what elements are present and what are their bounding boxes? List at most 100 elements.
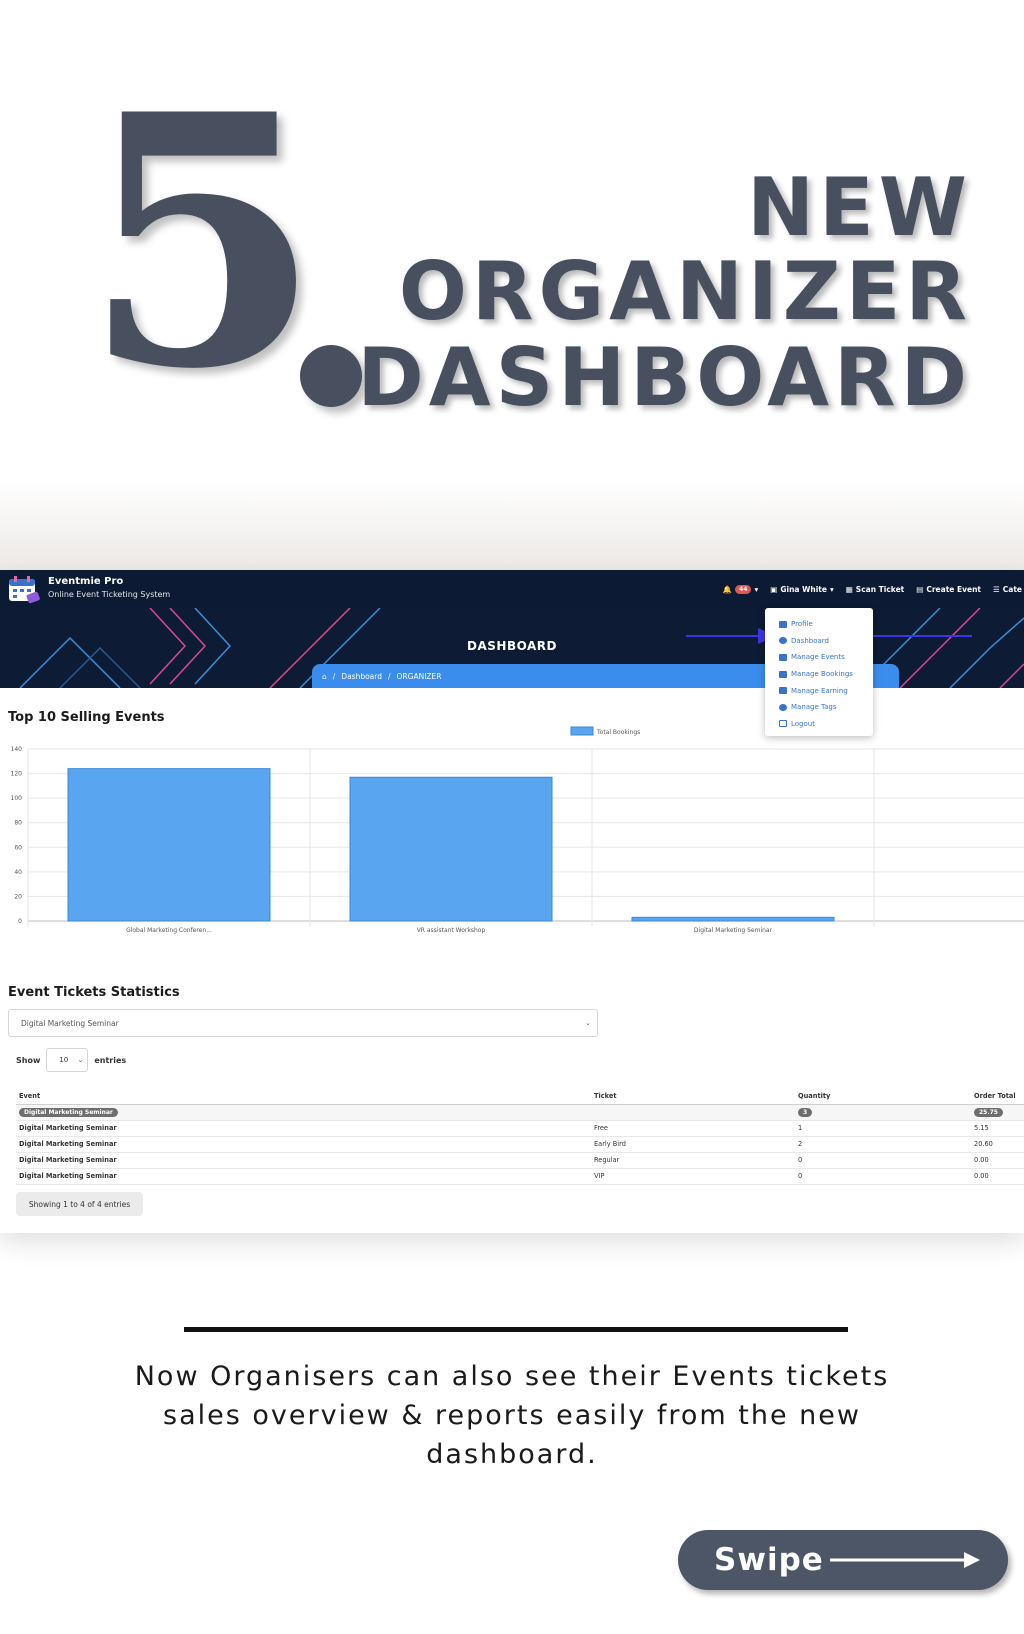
event-cell: Digital Marketing Seminar — [16, 1120, 591, 1137]
swipe-label: Swipe — [714, 1542, 824, 1578]
table-row: Digital Marketing Seminar VIP 0 0.00 — [16, 1168, 1024, 1185]
x-tick-label: Global Marketing Conferen... — [126, 927, 212, 934]
gauge-icon — [779, 637, 787, 645]
dropdown-item-manage-earning[interactable]: Manage Earning — [765, 682, 873, 699]
stats-title: Event Tickets Statistics — [8, 985, 180, 1000]
total-cell: 0.00 — [971, 1152, 1024, 1169]
table-row: Digital Marketing Seminar Free 1 5.15 — [16, 1120, 1024, 1137]
event-select-value: Digital Marketing Seminar — [21, 1018, 119, 1028]
breadcrumb-organizer: ORGANIZER — [396, 671, 442, 681]
quantity-cell: 1 — [795, 1120, 971, 1137]
dropdown-item-manage-tags[interactable]: Manage Tags — [765, 699, 873, 716]
dropdown-label: Manage Bookings — [791, 670, 853, 679]
scan-ticket-link[interactable]: ▦ Scan Ticket — [846, 585, 905, 594]
hero-line-organizer: ORGANIZER — [398, 245, 972, 338]
breadcrumb-separator: / — [388, 671, 391, 681]
divider-line — [184, 1327, 848, 1332]
qrcode-icon: ▦ — [845, 584, 853, 594]
total-cell: 0.00 — [971, 1168, 1024, 1185]
user-icon: ▣ — [770, 584, 778, 594]
column-header-quantity[interactable]: Quantity — [795, 1088, 971, 1105]
chevron-down-icon: ▾ — [754, 584, 759, 594]
bar — [349, 776, 553, 922]
group-quantity-cell: 3 — [795, 1104, 971, 1121]
hero-section: 5 NEW ORGANIZER DASHBOARD — [0, 0, 1024, 570]
event-cell: Digital Marketing Seminar — [16, 1136, 591, 1153]
entries-select[interactable]: 10 ⌄ — [46, 1048, 89, 1072]
description-text: Now Organisers can also see their Events… — [134, 1361, 890, 1470]
user-menu[interactable]: ▣ Gina White ▾ — [770, 585, 833, 594]
table-group-row: Digital Marketing Seminar 3 25.75 — [16, 1104, 1024, 1121]
notifications-menu[interactable]: 🔔 44 ▾ — [723, 584, 759, 594]
group-total-badge: 25.75 — [974, 1107, 1003, 1117]
x-tick-label: VR assistant Workshop — [417, 927, 486, 934]
categories-link[interactable]: ☰ Cate — [993, 585, 1022, 594]
ticket-cell: Regular — [591, 1152, 795, 1169]
hero-line-dashboard: DASHBOARD — [357, 331, 972, 424]
group-ticket-cell — [591, 1104, 795, 1121]
event-select[interactable]: Digital Marketing Seminar ⌄ — [8, 1009, 598, 1037]
y-tick-label: 60 — [14, 844, 22, 851]
show-label: Show — [16, 1055, 41, 1065]
bar — [631, 916, 835, 922]
group-quantity-badge: 3 — [798, 1107, 813, 1117]
chevron-down-icon: ⌄ — [77, 1056, 84, 1064]
user-dropdown-menu: Profile Dashboard Manage Events Manage B… — [765, 608, 873, 736]
breadcrumb-dashboard[interactable]: Dashboard — [341, 672, 382, 681]
column-header-order-total[interactable]: Order Total — [971, 1088, 1024, 1105]
hero-number-dot — [300, 345, 362, 407]
total-cell: 5.15 — [971, 1120, 1024, 1137]
dropdown-item-manage-bookings[interactable]: Manage Bookings — [765, 666, 873, 683]
dropdown-item-profile[interactable]: Profile — [765, 616, 873, 633]
y-tick-label: 0 — [18, 918, 22, 925]
chevron-down-icon: ⌄ — [585, 1019, 591, 1027]
dropdown-label: Dashboard — [791, 636, 829, 645]
column-header-event[interactable]: Event — [16, 1088, 591, 1105]
ticket-icon — [779, 670, 787, 678]
dropdown-item-manage-events[interactable]: Manage Events — [765, 649, 873, 666]
hero-number: 5 — [82, 40, 323, 445]
dashboard-screenshot: Eventmie Pro Online Event Ticketing Syst… — [0, 570, 1024, 1233]
dropdown-item-dashboard[interactable]: Dashboard — [765, 633, 873, 650]
hero-line-new: NEW — [747, 161, 972, 254]
y-tick-label: 40 — [14, 869, 22, 876]
top-selling-chart: Total Bookings 0 20 40 60 80 100 120 140 Global M… — [11, 726, 1024, 934]
create-event-link[interactable]: ▤ Create Event — [916, 585, 981, 594]
ticket-cell: Free — [591, 1120, 795, 1137]
group-total-cell: 25.75 — [971, 1104, 1024, 1121]
entries-value: 10 — [59, 1056, 69, 1064]
quantity-cell: 2 — [795, 1136, 971, 1153]
arrow-right-icon — [830, 1552, 980, 1568]
y-tick-label: 120 — [11, 771, 23, 778]
top-navbar: Eventmie Pro Online Event Ticketing Syst… — [0, 570, 1024, 608]
user-name: Gina White — [780, 584, 827, 594]
swipe-button[interactable]: Swipe — [678, 1530, 1008, 1590]
brand-subtitle: Online Event Ticketing System — [48, 590, 171, 599]
quantity-cell: 0 — [795, 1168, 971, 1185]
ticket-stats-table: Event Ticket Quantity Order Total Digita… — [16, 1088, 1024, 1185]
entries-label: entries — [94, 1055, 127, 1065]
nav-right: 🔔 44 ▾ ▣ Gina White ▾ ▦ Scan Ticket ▤ Cr… — [723, 570, 1024, 608]
y-tick-label: 80 — [14, 820, 22, 827]
entries-control: Show 10 ⌄ entries — [16, 1048, 126, 1072]
dropdown-label: Manage Earning — [791, 686, 848, 695]
home-icon[interactable]: ⌂ — [322, 672, 327, 681]
event-cell: Digital Marketing Seminar — [16, 1152, 591, 1169]
users-icon — [779, 703, 787, 711]
group-event-badge: Digital Marketing Seminar — [19, 1107, 118, 1117]
id-card-icon — [779, 620, 787, 628]
table-row: Digital Marketing Seminar Early Bird 2 2… — [16, 1136, 1024, 1153]
ticket-cell: Early Bird — [591, 1136, 795, 1153]
column-header-ticket[interactable]: Ticket — [591, 1088, 795, 1105]
table-row: Digital Marketing Seminar Regular 0 0.00 — [16, 1152, 1024, 1169]
bar — [67, 768, 271, 922]
group-event-cell: Digital Marketing Seminar — [16, 1104, 591, 1121]
money-icon — [779, 687, 787, 695]
brand-title[interactable]: Eventmie Pro — [48, 576, 123, 587]
calendar-logo-icon[interactable] — [7, 574, 41, 604]
dropdown-label: Profile — [791, 620, 813, 629]
quantity-cell: 0 — [795, 1152, 971, 1169]
dropdown-label: Manage Tags — [791, 703, 837, 712]
table-header-row: Event Ticket Quantity Order Total — [16, 1088, 1024, 1105]
y-tick-label: 20 — [14, 893, 22, 900]
